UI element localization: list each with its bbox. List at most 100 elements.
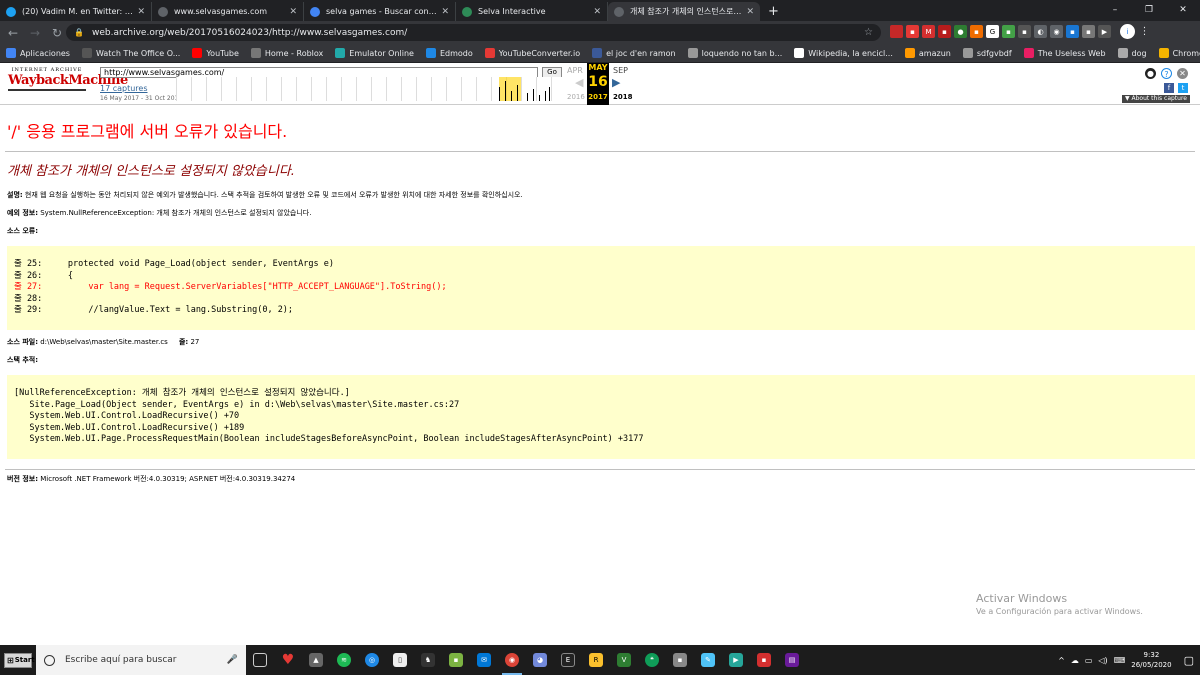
browser-tab[interactable]: www.selvasgames.com ✕	[152, 2, 304, 21]
bookmark-item[interactable]: YouTube	[192, 48, 239, 58]
lock-icon[interactable]: 🔒	[74, 28, 84, 37]
app-icon[interactable]: R	[582, 645, 610, 675]
extension-icon[interactable]: ▪	[1066, 25, 1079, 38]
hangouts-icon[interactable]: ❝	[638, 645, 666, 675]
restore-button[interactable]: ❐	[1132, 0, 1166, 21]
taskbar-search[interactable]: Escribe aquí para buscar 🎤	[36, 645, 246, 675]
bookmark-item[interactable]: Chrome Web Store...	[1158, 48, 1200, 58]
tray-chevron-icon[interactable]: ^	[1058, 656, 1065, 665]
extension-icon[interactable]: ▪	[1002, 25, 1015, 38]
user-icon[interactable]: ●	[1145, 68, 1156, 79]
app-icon[interactable]: V	[610, 645, 638, 675]
start-button[interactable]: ⊞ Start	[4, 652, 35, 668]
tab-close-icon[interactable]: ✕	[289, 7, 297, 17]
pdf-extension-icon[interactable]: ▪	[938, 25, 951, 38]
menu-icon[interactable]: ⋮	[1138, 25, 1151, 38]
close-icon[interactable]: ✕	[1177, 68, 1188, 79]
browser-tab[interactable]: (20) Vadim M. en Twitter: "Sadly,✕	[0, 2, 152, 21]
error-subtitle: 개체 참조가 개체의 인스턴스로 설정되지 않았습니다.	[7, 164, 295, 179]
extension-icon[interactable]: ▪	[1018, 25, 1031, 38]
new-tab-button[interactable]: +	[760, 2, 787, 21]
notifications-icon[interactable]: ▢	[1184, 654, 1194, 667]
bookmark-icon	[904, 48, 915, 58]
app-icon[interactable]: ▲	[302, 645, 330, 675]
network-icon[interactable]: ▭	[1085, 656, 1093, 665]
extension-icon[interactable]: ▪	[1082, 25, 1095, 38]
cloud-icon[interactable]: ☁	[1071, 656, 1079, 665]
extension-icon[interactable]: ●	[954, 25, 967, 38]
extension-icon[interactable]: ▪	[970, 25, 983, 38]
browser-tab[interactable]: Selva Interactive ✕	[456, 2, 608, 21]
bookmark-item[interactable]: sdfgvbdf	[962, 48, 1012, 58]
bookmark-item[interactable]: amazun	[904, 48, 951, 58]
address-bar[interactable]: 🔒 web.archive.org/web/20170516024023/htt…	[66, 24, 881, 41]
forward-icon[interactable]: →	[26, 26, 44, 40]
file-icon[interactable]: ▯	[386, 645, 414, 675]
year-next[interactable]: 2018	[613, 93, 632, 101]
bookmark-item[interactable]: Wikipedia, la encicl...	[794, 48, 893, 58]
mega-extension-icon[interactable]: M	[922, 25, 935, 38]
about-capture-button[interactable]: ▼ About this capture	[1122, 95, 1190, 103]
heart-app-icon[interactable]: ♥	[274, 645, 302, 675]
browser-tab[interactable]: selva games - Buscar con Google✕	[304, 2, 456, 21]
bookmark-label: Edmodo	[439, 48, 473, 58]
bookmark-item[interactable]: Edmodo	[425, 48, 473, 58]
bookmark-item[interactable]: el joc d'en ramon	[592, 48, 676, 58]
app-icon[interactable]: ♞	[414, 645, 442, 675]
app-icon[interactable]: ▤	[778, 645, 806, 675]
task-view-icon[interactable]	[246, 645, 274, 675]
tab-close-icon[interactable]: ✕	[137, 7, 145, 17]
browser-tab[interactable]: 개체 참조가 개체의 인스턴스로 설 ✕	[608, 2, 760, 21]
flag-extension-icon[interactable]	[890, 25, 903, 38]
tab-close-icon[interactable]: ✕	[441, 7, 449, 17]
app-icon[interactable]: ▪	[442, 645, 470, 675]
prev-capture-icon[interactable]: ◀	[575, 76, 583, 89]
wayback-logo[interactable]: INTERNET ARCHIVE WaybackMachine	[8, 67, 128, 101]
chrome-icon[interactable]: ◉	[498, 645, 526, 675]
app-icon[interactable]: ◎	[358, 645, 386, 675]
twitter-icon[interactable]: t	[1178, 83, 1188, 93]
volume-icon[interactable]: ◁)	[1098, 656, 1107, 665]
bookmark-item[interactable]: Emulator Online	[335, 48, 414, 58]
year-prev[interactable]: 2016	[567, 93, 585, 101]
app-icon[interactable]: ✎	[694, 645, 722, 675]
captures-link[interactable]: 17 captures	[100, 84, 148, 93]
keyboard-icon[interactable]: ⌨	[1114, 656, 1126, 665]
extension-icon[interactable]: G	[986, 25, 999, 38]
extension-icon[interactable]: ▪	[906, 25, 919, 38]
bookmark-item[interactable]: Home - Roblox	[250, 48, 323, 58]
spotify-icon[interactable]: ≋	[330, 645, 358, 675]
next-capture-icon[interactable]: ▶	[612, 76, 620, 89]
extension-icon[interactable]: ▶	[1098, 25, 1111, 38]
microphone-icon[interactable]: 🎤	[227, 655, 238, 665]
month-next[interactable]: SEP	[613, 66, 628, 75]
minimize-button[interactable]: –	[1098, 0, 1132, 21]
mail-icon[interactable]: ✉	[470, 645, 498, 675]
stack-trace-label: 스택 추적:	[7, 356, 1195, 365]
bookmark-star-icon[interactable]: ☆	[864, 27, 873, 38]
extension-icon[interactable]: ◐	[1034, 25, 1047, 38]
capture-sparkline[interactable]	[176, 77, 566, 101]
bookmark-item[interactable]: The Useless Web	[1023, 48, 1106, 58]
bookmark-item[interactable]: Watch The Office O...	[81, 48, 180, 58]
discord-icon[interactable]: ◕	[526, 645, 554, 675]
back-icon[interactable]: ←	[4, 26, 22, 40]
tab-close-icon[interactable]: ✕	[746, 7, 754, 17]
app-icon[interactable]: ▶	[722, 645, 750, 675]
month-prev[interactable]: APR	[567, 66, 583, 75]
reload-icon[interactable]: ↻	[48, 26, 66, 40]
facebook-icon[interactable]: f	[1164, 83, 1174, 93]
app-icon[interactable]: ▪	[666, 645, 694, 675]
bookmark-item[interactable]: dog	[1117, 48, 1147, 58]
help-icon[interactable]: ?	[1161, 68, 1172, 79]
close-window-button[interactable]: ✕	[1166, 0, 1200, 21]
clock[interactable]: 9:32 26/05/2020	[1131, 650, 1171, 670]
bookmark-item[interactable]: Aplicaciones	[6, 48, 70, 58]
profile-avatar-icon[interactable]: i	[1120, 24, 1135, 39]
app-icon[interactable]: ▪	[750, 645, 778, 675]
camera-extension-icon[interactable]: ◉	[1050, 25, 1063, 38]
bookmark-item[interactable]: loquendo no tan b...	[687, 48, 782, 58]
epic-games-icon[interactable]: E	[554, 645, 582, 675]
bookmark-item[interactable]: YouTubeConverter.io	[484, 48, 580, 58]
tab-close-icon[interactable]: ✕	[593, 7, 601, 17]
